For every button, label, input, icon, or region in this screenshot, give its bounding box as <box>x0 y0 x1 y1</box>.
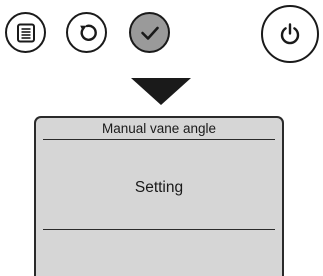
menu-button[interactable] <box>5 12 46 53</box>
screen-title: Manual vane angle <box>101 121 217 136</box>
power-icon <box>280 23 300 45</box>
return-button[interactable] <box>66 12 107 53</box>
screen-message: Setting <box>134 179 184 196</box>
power-button[interactable] <box>261 5 319 63</box>
down-arrow-icon <box>131 78 191 105</box>
checkmark-icon <box>140 26 159 40</box>
menu-list-icon <box>16 23 35 42</box>
lcd-screen: Manual vane angle Setting <box>34 116 284 276</box>
select-button[interactable] <box>129 12 170 53</box>
title-divider <box>43 139 275 140</box>
return-arrow-icon <box>79 24 97 41</box>
footer-divider <box>43 229 275 230</box>
